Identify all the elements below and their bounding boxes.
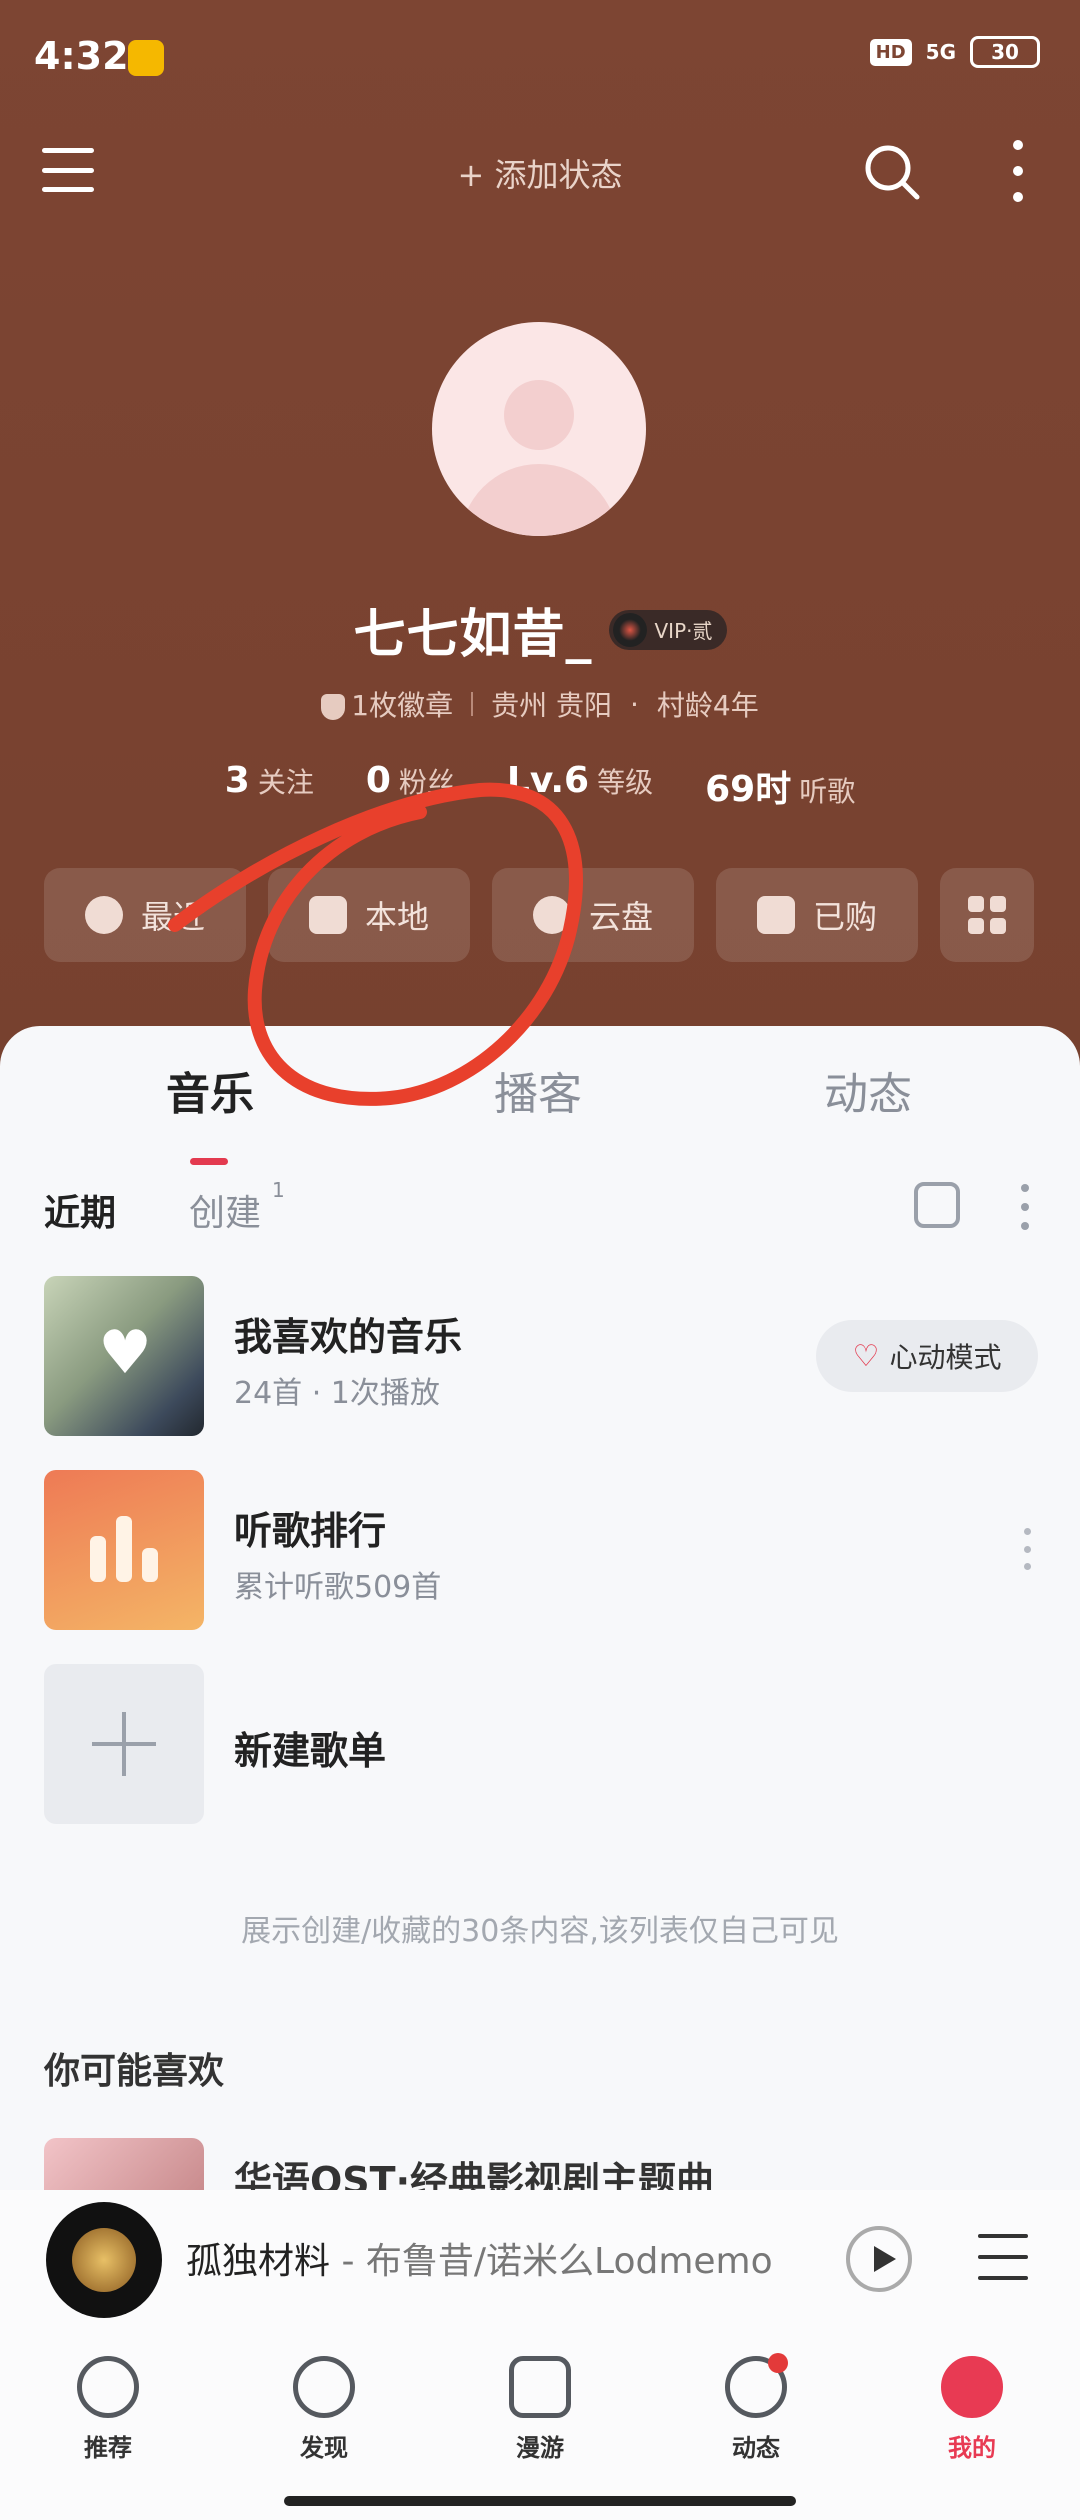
recent-button[interactable]: 最近 — [44, 868, 246, 962]
grid-icon — [968, 896, 1006, 934]
playlist-ranking[interactable]: 听歌排行 累计听歌509首 — [44, 1470, 1044, 1632]
more-icon[interactable] — [1008, 140, 1028, 202]
ranking-cover — [44, 1470, 204, 1630]
playlist-title: 我喜欢的音乐 — [234, 1315, 463, 1359]
stat-listening[interactable]: 69时 听歌 — [705, 760, 855, 812]
track-title: 孤独材料 — [186, 2241, 331, 2282]
local-button[interactable]: 本地 — [268, 868, 470, 962]
status-bar: 4:32 HD 5G 30 — [0, 0, 1080, 110]
search-icon[interactable] — [862, 142, 922, 202]
new-playlist[interactable]: 新建歌单 — [44, 1664, 1044, 1826]
name-row: 七七如昔_ VIP·贰 — [0, 592, 1080, 667]
username[interactable]: 七七如昔_ — [353, 592, 592, 667]
heartbeat-icon: ♡ — [852, 1338, 880, 1374]
album-disc[interactable] — [46, 2202, 162, 2318]
vip-level: VIP·贰 — [654, 619, 713, 643]
battery-icon: 30 — [970, 36, 1040, 68]
heart-icon: ♥ — [98, 1318, 152, 1388]
nav-roam[interactable]: 漫游 — [480, 2356, 600, 2463]
heart-mode-button[interactable]: ♡ 心动模式 — [816, 1320, 1038, 1392]
notification-dot — [768, 2353, 788, 2373]
stat-level[interactable]: Lv.6 等级 — [507, 760, 653, 812]
stat-following[interactable]: 3 关注 — [225, 760, 314, 812]
home-indicator — [284, 2496, 796, 2506]
bag-icon — [756, 896, 795, 934]
visibility-hint: 展示创建/收藏的30条内容,该列表仅自己可见 — [241, 1914, 839, 1949]
playlist-queue-icon[interactable] — [978, 2234, 1028, 2280]
nav-mine[interactable]: 我的 — [912, 2356, 1032, 2463]
stat-followers[interactable]: 0 粉丝 — [366, 760, 455, 812]
nav-recommend[interactable]: 推荐 — [48, 2356, 168, 2463]
more-vertical-icon[interactable] — [1020, 1184, 1030, 1230]
playlist-liked[interactable]: ♥ 我喜欢的音乐 24首 · 1次播放 ♡ 心动模式 — [44, 1276, 1044, 1438]
profile-header: 4:32 HD 5G 30 + 添加状态 七七如昔_ VIP·贰 1枚徽章 贵州… — [0, 0, 1080, 1060]
recommend-heading: 你可能喜欢 — [44, 2051, 225, 2092]
nav-moments[interactable]: 动态 — [696, 2353, 816, 2463]
cloud-button[interactable]: 云盘 — [492, 868, 694, 962]
plus-icon — [44, 1664, 204, 1824]
chat-icon — [725, 2353, 788, 2418]
tab-moments[interactable]: 动态 — [824, 1058, 912, 1122]
status-time: 4:32 — [34, 34, 129, 78]
top-bar: + 添加状态 — [0, 130, 1080, 210]
more-apps-button[interactable] — [940, 868, 1034, 962]
location: 贵州 贵阳 — [491, 689, 612, 722]
created-count: 1 — [272, 1178, 285, 1202]
vinyl-icon — [612, 612, 647, 647]
user-vip-icon — [941, 2356, 1003, 2418]
purchased-button[interactable]: 已购 — [716, 868, 918, 962]
playlist-subtitle: 24首 · 1次播放 — [234, 1376, 440, 1411]
playlist-subtitle: 累计听歌509首 — [234, 1570, 442, 1605]
now-playing[interactable]: 孤独材料 - 布鲁昔/诺米么Lodmemo — [186, 2232, 773, 2284]
tab-bar: 音乐 播客 动态 — [0, 1058, 1080, 1165]
cloud-upload-icon — [532, 896, 571, 934]
more-vertical-icon[interactable] — [1022, 1528, 1032, 1570]
sub-tabs: 近期 创建 1 — [44, 1178, 1044, 1238]
tab-podcast[interactable]: 播客 — [494, 1058, 582, 1122]
quick-actions: 最近 本地 云盘 已购 — [44, 868, 1034, 962]
new-playlist-label: 新建歌单 — [234, 1729, 387, 1773]
dot-separator: · — [630, 687, 639, 721]
download-icon — [308, 896, 347, 934]
music-note-icon — [77, 2356, 139, 2418]
bottom-nav: 推荐 发现 漫游 动态 我的 — [0, 2336, 1080, 2520]
recommend-cover[interactable] — [44, 2138, 204, 2198]
play-button[interactable] — [846, 2226, 912, 2292]
tab-music[interactable]: 音乐 — [166, 1058, 254, 1122]
vip-badge[interactable]: VIP·贰 — [608, 609, 727, 650]
track-artist: - 布鲁昔/诺米么Lodmemo — [330, 2241, 773, 2282]
signal-icon: 5G — [925, 40, 956, 64]
badges[interactable]: 1枚徽章 — [321, 684, 453, 724]
clock-icon — [84, 896, 123, 934]
playlist-title: 听歌排行 — [234, 1509, 387, 1553]
playlist-cover: ♥ — [44, 1276, 204, 1436]
compass-icon — [293, 2356, 355, 2418]
subtab-created[interactable]: 创建 — [189, 1184, 261, 1236]
hd-icon: HD — [869, 38, 912, 66]
notification-icon — [128, 40, 164, 76]
profile-meta: 1枚徽章 贵州 贵阳 · 村龄4年 — [0, 684, 1080, 724]
nav-discover[interactable]: 发现 — [264, 2356, 384, 2463]
divider — [471, 692, 474, 716]
active-tab-indicator — [190, 1158, 228, 1165]
avatar[interactable] — [432, 322, 646, 536]
subtab-recent[interactable]: 近期 — [44, 1184, 116, 1236]
village-age: 村龄4年 — [656, 689, 759, 722]
mini-player[interactable]: 孤独材料 - 布鲁昔/诺米么Lodmemo — [0, 2190, 1080, 2336]
import-icon[interactable] — [914, 1182, 960, 1228]
status-indicators: HD 5G 30 — [869, 36, 1040, 68]
shield-icon — [321, 694, 346, 720]
stats-row: 3 关注 0 粉丝 Lv.6 等级 69时 听歌 — [0, 760, 1080, 812]
radio-icon — [509, 2356, 571, 2418]
